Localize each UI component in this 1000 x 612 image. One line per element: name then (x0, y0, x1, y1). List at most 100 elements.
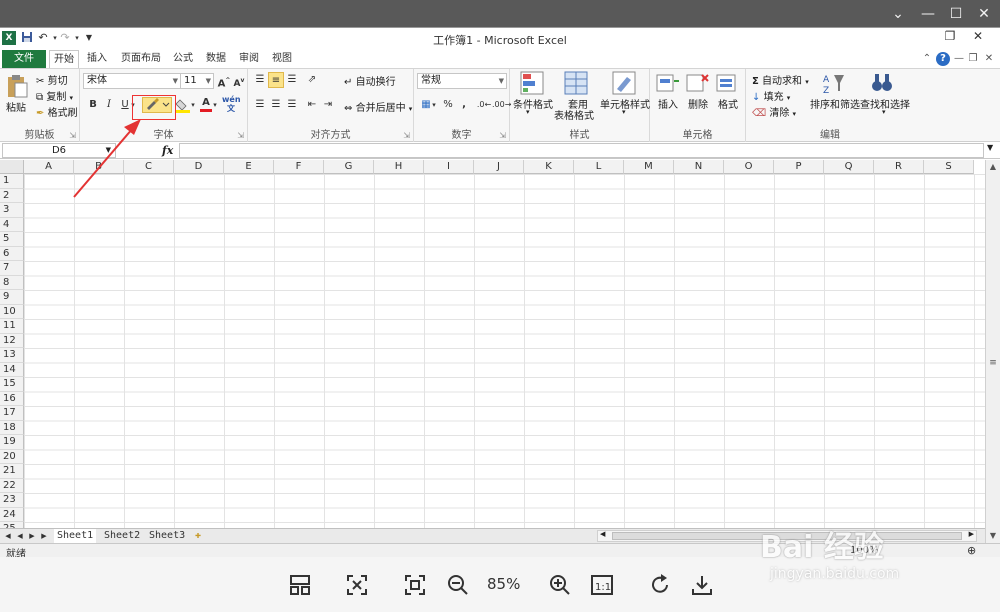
prev-sheet-icon[interactable]: ◀ (15, 530, 25, 542)
font-size-combo[interactable]: 11 ▼ (180, 73, 214, 89)
tab-view[interactable]: 视图 (269, 50, 295, 68)
column-header[interactable]: J (474, 160, 524, 174)
workbook-close-icon[interactable]: ✕ (982, 52, 996, 66)
expand-formula-icon[interactable]: ▼ (987, 143, 993, 152)
align-center-icon[interactable]: ☰ (268, 97, 284, 113)
sort-filter-label[interactable]: 排序和筛选 (810, 96, 860, 111)
column-header[interactable]: R (874, 160, 924, 174)
number-format-combo[interactable]: 常规 ▼ (417, 73, 507, 89)
first-sheet-icon[interactable]: ◀ (3, 530, 13, 542)
row-header[interactable]: 3 (0, 203, 24, 218)
help-icon[interactable]: ? (936, 52, 950, 66)
row-header[interactable]: 4 (0, 217, 24, 232)
align-bottom-icon[interactable]: ☰ (284, 72, 300, 88)
chevron-down-icon[interactable]: ▾ (882, 108, 886, 116)
row-header[interactable]: 10 (0, 304, 24, 319)
increase-indent-icon[interactable]: ⇥ (320, 97, 336, 113)
column-header[interactable]: M (624, 160, 674, 174)
align-top-icon[interactable]: ☰ (252, 72, 268, 88)
fit-screen-icon[interactable] (345, 573, 369, 597)
grow-font-icon[interactable]: A^ (216, 73, 232, 89)
maximize-icon[interactable]: ☐ (946, 4, 966, 24)
row-header[interactable]: 6 (0, 246, 24, 261)
last-sheet-icon[interactable]: ▶ (39, 530, 49, 542)
number-launcher-icon[interactable]: ⇲ (499, 131, 506, 140)
table-format-icon[interactable] (564, 71, 588, 95)
row-header[interactable]: 17 (0, 406, 24, 421)
delete-cells-label[interactable]: 删除 (688, 96, 708, 111)
workbook-restore-icon[interactable]: ❐ (966, 52, 980, 66)
fill-color-dropdown-icon[interactable]: ▾ (189, 97, 197, 113)
rotate-icon[interactable] (648, 573, 672, 597)
insert-cells-label[interactable]: 插入 (658, 96, 678, 111)
column-header[interactable]: S (924, 160, 974, 174)
sheet-tab-2[interactable]: Sheet2 (101, 529, 143, 543)
column-header[interactable]: O (724, 160, 774, 174)
restore-icon[interactable]: ❐ (942, 28, 958, 44)
row-header[interactable]: 24 (0, 507, 24, 522)
scroll-up-icon[interactable]: ▲ (986, 160, 1000, 174)
decrease-indent-icon[interactable]: ⇤ (304, 97, 320, 113)
column-header[interactable]: L (574, 160, 624, 174)
paste-label[interactable]: 粘贴 (6, 99, 26, 114)
conditional-format-icon[interactable] (520, 71, 544, 95)
scroll-right-icon[interactable]: ▶ (969, 530, 974, 538)
column-header[interactable]: H (374, 160, 424, 174)
row-header[interactable]: 9 (0, 290, 24, 305)
row-header[interactable]: 8 (0, 275, 24, 290)
column-header[interactable]: E (224, 160, 274, 174)
fullscreen-icon[interactable] (403, 573, 427, 597)
column-header[interactable]: G (324, 160, 374, 174)
column-header[interactable]: I (424, 160, 474, 174)
actual-size-icon[interactable]: 1:1 (590, 573, 614, 597)
format-cells-label[interactable]: 格式 (718, 96, 738, 111)
comma-button[interactable]: , (456, 97, 472, 113)
chevron-down-icon[interactable]: ▾ (622, 108, 626, 116)
workbook-minimize-icon[interactable]: — (952, 52, 966, 66)
tab-page-layout[interactable]: 页面布局 (118, 50, 164, 68)
row-header[interactable]: 14 (0, 362, 24, 377)
download-icon[interactable] (690, 573, 714, 597)
row-header[interactable]: 16 (0, 391, 24, 406)
window-close-icon[interactable]: ✕ (970, 28, 986, 44)
next-sheet-icon[interactable]: ▶ (27, 530, 37, 542)
fill-button[interactable]: ↓ 填充 ▾ (752, 88, 790, 103)
column-header[interactable]: C (124, 160, 174, 174)
sheet-tab-1[interactable]: Sheet1 (54, 529, 97, 543)
italic-button[interactable]: I (101, 97, 117, 113)
column-header[interactable]: P (774, 160, 824, 174)
zoom-out-icon[interactable] (446, 573, 470, 597)
binoculars-icon[interactable] (870, 71, 894, 95)
column-header[interactable]: A (24, 160, 74, 174)
conditional-format-label[interactable]: 条件格式 (513, 96, 553, 111)
tab-home[interactable]: 开始 (49, 50, 79, 68)
phonetic-icon[interactable]: wén 文 (222, 95, 241, 113)
row-header[interactable]: 20 (0, 449, 24, 464)
orientation-icon[interactable]: ⇗ (304, 72, 320, 88)
split-handle-icon[interactable]: ≡ (986, 356, 1000, 370)
name-box[interactable]: D6 ▼ (2, 143, 116, 158)
insert-cells-icon[interactable] (656, 71, 680, 95)
row-header[interactable]: 13 (0, 348, 24, 363)
copy-dropdown-icon[interactable]: ▾ (70, 94, 74, 102)
cell-styles-icon[interactable] (612, 71, 636, 95)
decrease-decimal-icon[interactable]: .00→ (492, 97, 511, 113)
row-header[interactable]: 18 (0, 420, 24, 435)
row-header[interactable]: 19 (0, 435, 24, 450)
layout-icon[interactable] (288, 573, 312, 597)
align-right-icon[interactable]: ☰ (284, 97, 300, 113)
column-header[interactable]: B (74, 160, 124, 174)
sheet-tab-3[interactable]: Sheet3 (146, 529, 188, 543)
percent-button[interactable]: % (440, 97, 456, 113)
tab-formulas[interactable]: 公式 (170, 50, 196, 68)
column-header[interactable]: D (174, 160, 224, 174)
paste-icon[interactable] (6, 73, 30, 98)
alignment-launcher-icon[interactable]: ⇲ (403, 131, 410, 140)
autosum-button[interactable]: Σ 自动求和 ▾ (752, 72, 809, 87)
minimize-ribbon-icon[interactable]: ⌃ (920, 52, 934, 66)
format-cells-icon[interactable] (716, 71, 740, 95)
tab-data[interactable]: 数据 (203, 50, 229, 68)
row-header[interactable]: 5 (0, 232, 24, 247)
new-sheet-icon[interactable]: ✚ (192, 529, 204, 543)
wrap-text-button[interactable]: ↵ 自动换行 (344, 73, 396, 88)
